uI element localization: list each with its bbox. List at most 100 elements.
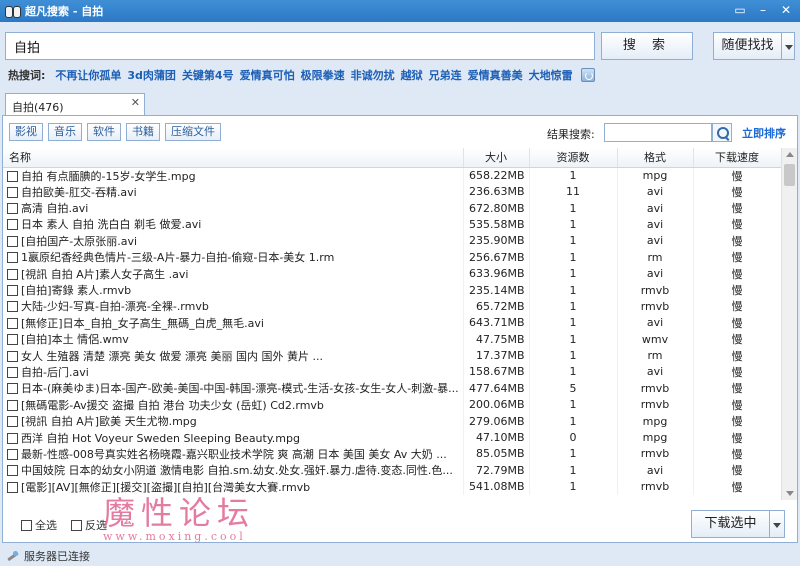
cell-count: 0: [529, 429, 618, 446]
cell-size: 85.05MB: [463, 445, 530, 463]
file-name: 日本 素人 自拍 洗白白 剃毛 做爱.avi: [21, 218, 202, 232]
cell-count: 1: [529, 232, 618, 250]
filter-video-button[interactable]: 影视: [9, 123, 43, 141]
hot-keyword[interactable]: 3d肉蒲团: [127, 67, 176, 83]
scroll-up-icon[interactable]: [786, 152, 794, 157]
hot-keyword[interactable]: 兄弟连: [429, 67, 462, 83]
table-row[interactable]: [視訊 自拍 A片]歐美 天生尤物.mpg 279.06MB 1 mpg 慢: [3, 412, 781, 430]
file-name: [視訊 自拍 A片]素人女子高生 .avi: [21, 267, 189, 281]
table-row[interactable]: 自拍 有点腼腆的-15岁-女学生.mpg 658.22MB 1 mpg 慢: [3, 167, 781, 184]
cell-speed: 慢: [693, 249, 781, 266]
checkbox-icon[interactable]: [7, 252, 18, 264]
checkbox-icon[interactable]: [21, 520, 32, 531]
hot-keyword[interactable]: 非诚勿扰: [351, 67, 395, 83]
search-button[interactable]: 搜 索: [601, 32, 693, 60]
hot-keyword[interactable]: 大地惊雷: [529, 67, 573, 83]
table-row[interactable]: [視訊 自拍 A片]素人女子高生 .avi 633.96MB 1 avi 慢: [3, 265, 781, 282]
scroll-down-icon[interactable]: [786, 491, 794, 496]
filter-books-button[interactable]: 书籍: [126, 123, 160, 141]
table-row[interactable]: [無修正]日本_自拍_女子高生_無碼_白虎_無毛.avi 643.71MB 1 avi…: [3, 314, 781, 332]
checkbox-icon[interactable]: [7, 416, 18, 428]
watermark: 魔性论坛 www.moxing.cool: [103, 496, 283, 543]
checkbox-icon[interactable]: [7, 399, 18, 411]
checkbox-icon[interactable]: [7, 383, 18, 395]
checkbox-icon[interactable]: [7, 350, 18, 362]
table-row[interactable]: 自拍-后门.avi 158.67MB 1 avi 慢: [3, 363, 781, 381]
select-all-checkbox[interactable]: 全选: [21, 517, 57, 533]
table-row[interactable]: 日本 素人 自拍 洗白白 剃毛 做爱.avi 535.58MB 1 avi 慢: [3, 216, 781, 233]
table-row[interactable]: 西洋 自拍 Hot Voyeur Sweden Sleeping Beauty.…: [3, 429, 781, 446]
checkbox-icon[interactable]: [7, 448, 18, 460]
result-search-input[interactable]: [604, 123, 712, 142]
table-row[interactable]: [自拍]寄錄 素人.rmvb 235.14MB 1 rmvb 慢: [3, 281, 781, 299]
hot-keyword[interactable]: 爱情真可怕: [240, 67, 295, 83]
checkbox-icon[interactable]: [7, 219, 18, 231]
table-header-row: 名称 大小 资源数 格式 下载速度: [3, 148, 781, 168]
checkbox-icon[interactable]: [7, 203, 18, 215]
filter-music-button[interactable]: 音乐: [48, 123, 82, 141]
table-row[interactable]: 自拍歐美-肛交-吞精.avi 236.63MB 11 avi 慢: [3, 183, 781, 200]
table-body: 自拍 有点腼腆的-15岁-女学生.mpg 658.22MB 1 mpg 慢自拍歐美-肛交…: [3, 167, 781, 495]
table-row[interactable]: [自拍]本土 情侶.wmv 47.75MB 1 wmv 慢: [3, 331, 781, 348]
filter-software-button[interactable]: 软件: [87, 123, 121, 141]
cell-name: 最新-性感-008号真实姓名杨晓霞-嘉兴职业技术学院 爽 高潮 日本 美国 美女…: [3, 445, 464, 463]
close-icon[interactable]: ✕: [776, 2, 796, 18]
cell-size: 17.37MB: [463, 347, 530, 364]
filter-archive-button[interactable]: 压缩文件: [165, 123, 221, 141]
table-row[interactable]: [無碼電影-Av援交 盗撮 自拍 港台 功夫少女 (岳虹) Cd2.rmvb 20…: [3, 396, 781, 413]
download-selected-button[interactable]: 下载选中: [691, 510, 769, 538]
hot-keyword[interactable]: 关键第4号: [182, 67, 234, 83]
tab-search-result[interactable]: 自拍(476) ✕: [5, 93, 145, 116]
watermark-url: www.moxing.cool: [103, 530, 246, 543]
random-dropdown-chevron-down-icon[interactable]: [781, 32, 795, 60]
table-row[interactable]: 最新-性感-008号真实姓名杨晓霞-嘉兴职业技术学院 爽 高潮 日本 美国 美女…: [3, 445, 781, 463]
scroll-thumb[interactable]: [784, 164, 795, 186]
vertical-scrollbar[interactable]: [781, 148, 797, 500]
checkbox-icon[interactable]: [7, 366, 18, 378]
checkbox-icon[interactable]: [7, 285, 18, 297]
cell-format: avi: [617, 265, 694, 282]
table-row[interactable]: 大陆-少妇-写真-自拍-漂亮-全裸-.rmvb 65.72MB 1 rmvb 慢: [3, 298, 781, 315]
invert-selection-checkbox[interactable]: 反选: [71, 517, 107, 533]
table-row[interactable]: [電影][AV][無修正][援交][盗撮][自拍][台灣美女大賽.rmvb 541…: [3, 478, 781, 495]
file-name: [電影][AV][無修正][援交][盗撮][自拍][台灣美女大賽.rmvb: [21, 480, 311, 494]
checkbox-icon[interactable]: [7, 235, 18, 247]
table-row[interactable]: 高清 自拍.avi 672.80MB 1 avi 慢: [3, 199, 781, 217]
table-row[interactable]: 日本-(麻美ゆま)日本-国产-欧美-美国-中国-韩国-漂亮-模式-生活-女孩-女…: [3, 380, 781, 397]
checkbox-icon[interactable]: [7, 465, 18, 477]
hot-keyword[interactable]: 越狱: [401, 67, 423, 83]
tab-close-icon[interactable]: ✕: [131, 96, 140, 109]
menu-icon[interactable]: ▭: [730, 2, 750, 18]
table-row[interactable]: 女人 生殖器 清楚 漂亮 美女 做爱 漂亮 美丽 国内 国外 黄片 ... 17.…: [3, 347, 781, 364]
search-icon[interactable]: [712, 123, 732, 142]
column-header-name[interactable]: 名称: [3, 148, 464, 168]
checkbox-icon[interactable]: [7, 268, 18, 280]
hot-keyword[interactable]: 爱情真善美: [468, 67, 523, 83]
column-header-format[interactable]: 格式: [617, 148, 694, 168]
search-input[interactable]: [5, 32, 595, 60]
hot-keyword[interactable]: 不再让你孤单: [55, 67, 121, 83]
checkbox-icon[interactable]: [7, 170, 18, 182]
file-name: [自拍国产-太原张丽.avi: [21, 234, 138, 248]
checkbox-icon[interactable]: [7, 301, 18, 313]
table-row[interactable]: 中国妓院 日本的幼女小阴道 激情电影 自拍.sm.幼女.处女.强奸.暴力.虐待.…: [3, 462, 781, 479]
hot-keyword[interactable]: 极限拳速: [301, 67, 345, 83]
table-row[interactable]: [自拍国产-太原张丽.avi 235.90MB 1 avi 慢: [3, 232, 781, 250]
minimize-icon[interactable]: –: [753, 2, 773, 18]
checkbox-icon[interactable]: [7, 334, 18, 346]
random-search-button[interactable]: 随便找找: [713, 32, 781, 60]
checkbox-icon[interactable]: [7, 317, 18, 329]
column-header-speed[interactable]: 下载速度: [693, 148, 781, 168]
table-row[interactable]: 1嬴原纪香经典色情片-三级-A片-暴力-自拍-偷窥-日本-美女 1.rm 256.…: [3, 249, 781, 266]
status-text: 服务器已连接: [24, 550, 90, 563]
checkbox-icon[interactable]: [71, 520, 82, 531]
checkbox-icon[interactable]: [7, 186, 18, 198]
sort-now-link[interactable]: 立即排序: [742, 125, 786, 141]
checkbox-icon[interactable]: [7, 481, 18, 493]
refresh-icon[interactable]: [580, 68, 595, 82]
column-header-size[interactable]: 大小: [463, 148, 530, 168]
checkbox-icon[interactable]: [7, 432, 18, 444]
download-dropdown-chevron-down-icon[interactable]: [769, 510, 785, 538]
cell-speed: 慢: [693, 232, 781, 250]
column-header-count[interactable]: 资源数: [529, 148, 618, 168]
